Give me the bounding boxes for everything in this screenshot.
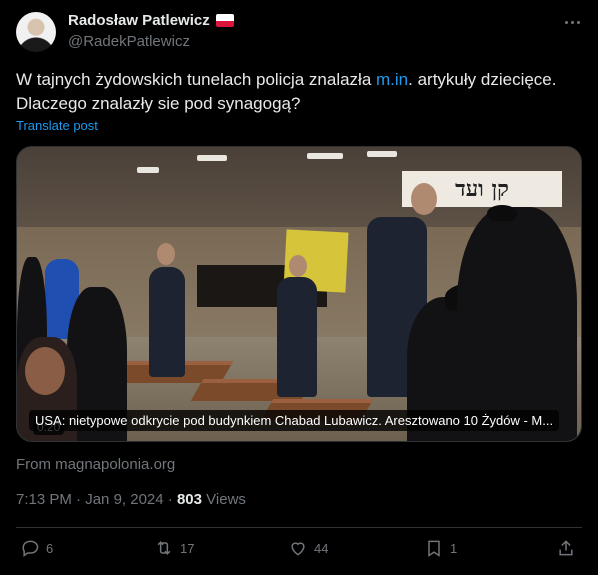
more-dot-icon	[570, 20, 574, 24]
more-dot-icon	[576, 20, 580, 24]
author-display-name[interactable]: Radosław Patlewicz	[68, 12, 210, 29]
meta-separator: ·	[76, 491, 82, 508]
reply-icon	[22, 540, 39, 557]
more-dot-icon	[564, 20, 568, 24]
meta-separator: ·	[167, 491, 173, 508]
share-button[interactable]	[556, 538, 576, 558]
post: Radosław Patlewicz @RadekPatlewicz W taj…	[0, 0, 598, 575]
repost-count: 17	[180, 540, 195, 556]
more-options-button[interactable]	[560, 12, 584, 32]
bookmark-button[interactable]: 1	[424, 538, 457, 558]
share-icon	[559, 540, 573, 556]
views-label: Views	[206, 491, 246, 508]
like-button[interactable]: 44	[288, 538, 328, 558]
bookmark-icon	[428, 540, 440, 557]
post-time[interactable]: 7:13 PM	[16, 491, 72, 508]
reply-button[interactable]: 6	[20, 538, 53, 558]
avatar[interactable]	[16, 12, 56, 52]
author-handle[interactable]: @RadekPatlewicz	[68, 33, 190, 50]
actions-divider	[16, 527, 582, 528]
bookmark-count: 1	[450, 540, 458, 556]
video-frame: קן ועד	[17, 147, 581, 441]
views-count[interactable]: 803	[177, 491, 202, 508]
video-caption[interactable]: USA: nietypowe odkrycie pod budynkiem Ch…	[29, 410, 560, 431]
author-name-row: Radosław Patlewicz	[68, 12, 234, 29]
heart-icon	[291, 542, 305, 556]
post-link[interactable]: m.in	[376, 70, 408, 89]
action-bar: 6 17 44 1	[16, 538, 582, 564]
like-count: 44	[314, 540, 329, 556]
poland-flag-icon	[215, 14, 234, 27]
video-player[interactable]: קן ועד 0:20 USA: nietypowe odkrycie pod …	[16, 146, 582, 442]
post-text-part: W tajnych żydowskich tunelach policja zn…	[16, 70, 377, 89]
reply-count: 6	[46, 540, 54, 556]
repost-button[interactable]: 17	[154, 538, 194, 558]
post-date[interactable]: Jan 9, 2024	[85, 491, 163, 508]
translate-post-link[interactable]: Translate post	[16, 118, 98, 133]
post-metadata: 7:13 PM · Jan 9, 2024 · 803 Views	[16, 491, 246, 508]
repost-icon	[157, 541, 171, 555]
post-text: W tajnych żydowskich tunelach policja zn…	[16, 68, 586, 116]
card-source[interactable]: From magnapolonia.org	[16, 456, 175, 473]
